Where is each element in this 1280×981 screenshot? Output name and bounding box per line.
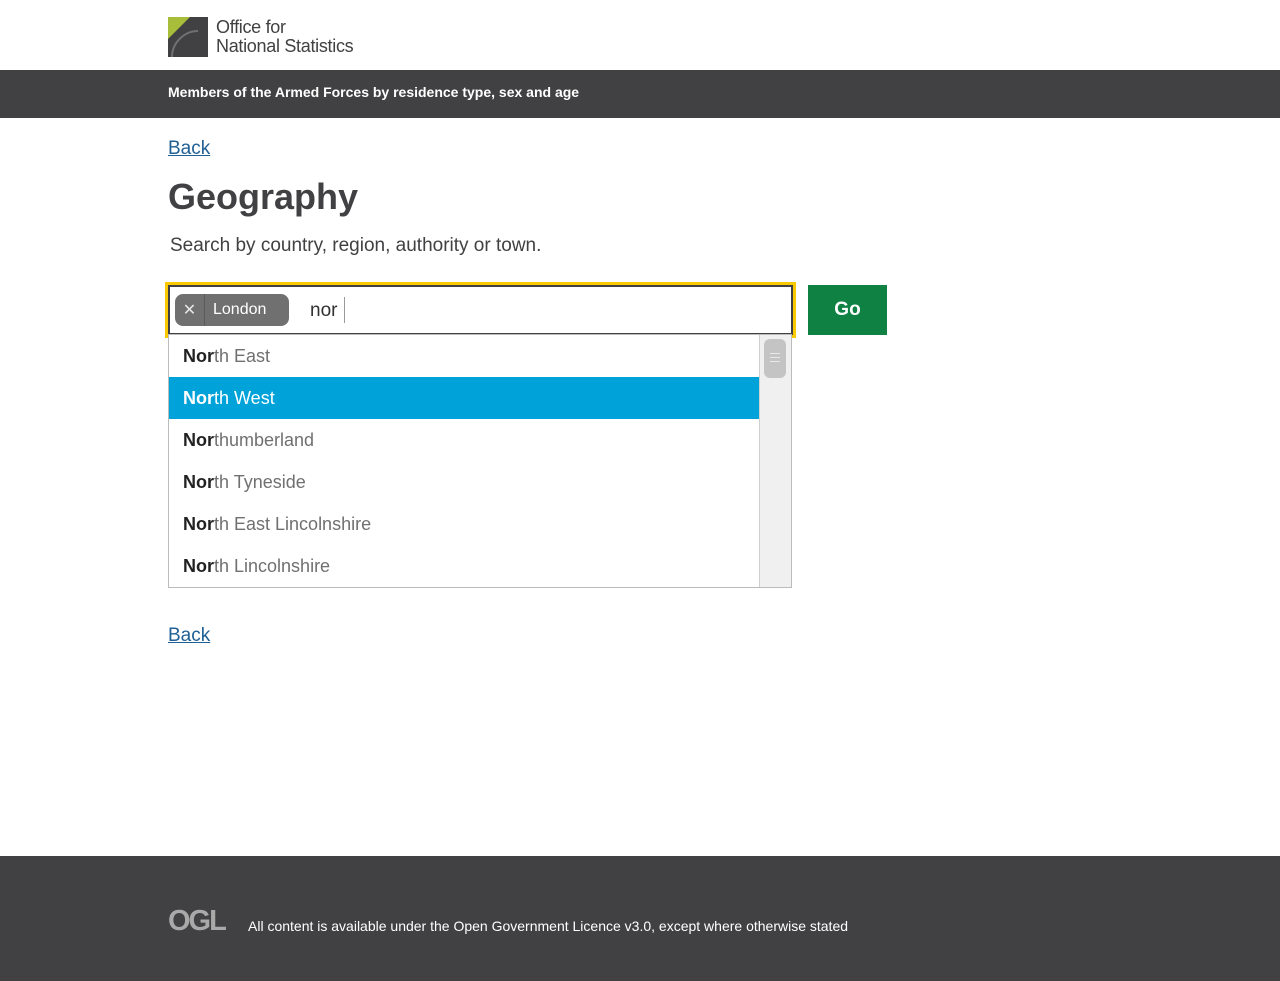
suggestion-rest: th East <box>214 345 271 366</box>
grip-icon <box>770 353 780 365</box>
suggestion-list: Nor th East Nor th West Nor thumberland Nor th … <box>169 335 760 587</box>
suggestion-match: Nor <box>183 513 214 534</box>
search-input[interactable] <box>310 295 770 327</box>
suggestion-match: Nor <box>183 555 214 576</box>
logo-line-1: Office for <box>216 17 286 37</box>
site-header: Office for National Statistics <box>0 0 1280 70</box>
scrollbar-thumb[interactable] <box>764 339 786 378</box>
suggestion-rest: th Tyneside <box>214 471 306 492</box>
suggestion-match: Nor <box>183 387 214 408</box>
suggestion-rest: th West <box>214 387 275 408</box>
suggestion-option[interactable]: Nor th Tyneside <box>169 461 760 503</box>
logo-line-2: National Statistics <box>216 36 354 56</box>
suggestion-option[interactable]: Nor thumberland <box>169 419 760 461</box>
dataset-title-bar: Members of the Armed Forces by residence… <box>0 70 1280 118</box>
suggestions-listbox: Nor th East Nor th West Nor thumberland Nor th … <box>168 334 792 588</box>
page-title: Geography <box>168 176 359 217</box>
suggestion-option[interactable]: Nor th Lincolnshire <box>169 545 760 587</box>
ons-logo-icon <box>168 17 208 57</box>
back-link-top[interactable]: Back <box>168 138 210 160</box>
suggestion-match: Nor <box>183 471 214 492</box>
ons-logo-text: Office for National Statistics <box>216 17 354 56</box>
go-button[interactable]: Go <box>808 285 887 335</box>
geography-search-field[interactable]: ✕ London <box>168 285 793 335</box>
text-caret <box>344 297 345 323</box>
chip-label: London <box>213 301 267 318</box>
selected-chip-london: ✕ London <box>175 294 289 326</box>
ogl-logo-text: OGL <box>168 906 226 934</box>
suggestion-rest: th Lincolnshire <box>214 555 331 576</box>
ons-logo[interactable]: Office for National Statistics <box>168 16 368 58</box>
suggestion-rest: thumberland <box>214 429 315 450</box>
listbox-scrollbar[interactable] <box>759 335 791 587</box>
suggestion-option[interactable]: Nor th East <box>169 335 760 377</box>
licence-text: All content is available under the Open … <box>248 918 849 934</box>
remove-chip-icon[interactable]: ✕ <box>175 294 205 326</box>
dataset-title: Members of the Armed Forces by residence… <box>168 84 580 100</box>
search-hint: Search by country, region, authority or … <box>170 235 542 256</box>
suggestion-match: Nor <box>183 345 214 366</box>
suggestion-rest: th East Lincolnshire <box>214 513 372 534</box>
site-footer: OGL All content is available under the O… <box>0 856 1280 981</box>
suggestion-option[interactable]: Nor th East Lincolnshire <box>169 503 760 545</box>
suggestion-option[interactable]: Nor th West <box>169 377 760 419</box>
suggestion-match: Nor <box>183 429 214 450</box>
back-link-bottom[interactable]: Back <box>168 625 210 647</box>
ogl-logo-icon: OGL <box>168 906 228 934</box>
